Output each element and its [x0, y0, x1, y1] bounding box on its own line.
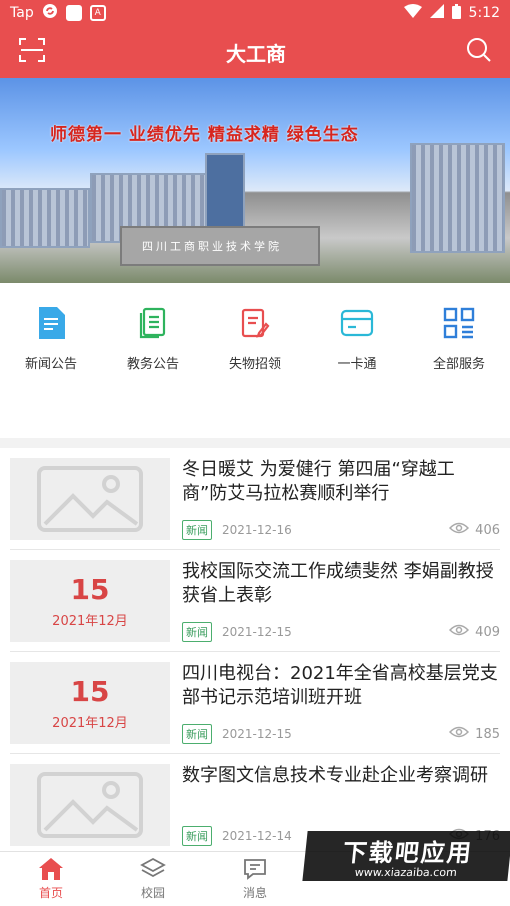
date-thumbnail: 15 2021年12月	[10, 662, 170, 744]
building-left	[0, 188, 90, 248]
menu-card-label: 一卡通	[337, 357, 377, 372]
section-divider	[0, 438, 510, 448]
message-icon	[243, 857, 267, 881]
app-bar: 大工商	[0, 26, 510, 78]
quick-menu: 新闻公告 教务公告 失物招领 一卡通 全部服务	[0, 283, 510, 438]
status-left: Tap A	[10, 3, 106, 23]
news-tag: 新闻	[182, 520, 212, 540]
news-list: 冬日暖艾 为爱健行 第四届“穿越工商”防艾马拉松赛顺利举行 新闻 2021-12…	[0, 448, 510, 856]
menu-academic-label: 教务公告	[126, 357, 179, 372]
menu-news-label: 新闻公告	[24, 357, 77, 372]
campus-banner[interactable]: 师德第一 业绩优先 精益求精 绿色生态 四川工商职业技术学院	[0, 78, 510, 283]
news-tag: 新闻	[182, 826, 212, 846]
status-bar: Tap A 5:12	[0, 0, 510, 26]
image-placeholder-icon	[10, 458, 170, 540]
academic-notice-icon	[135, 305, 171, 341]
menu-lost-found[interactable]: 失物招领	[210, 305, 300, 438]
news-date: 2021-12-16	[222, 523, 292, 537]
gate-inscription: 四川工商职业技术学院	[142, 240, 282, 253]
eye-icon	[449, 522, 470, 538]
menu-all-services-label: 全部服务	[432, 357, 485, 372]
search-icon[interactable]	[466, 37, 492, 67]
watermark-line1: 下载吧应用	[341, 839, 475, 867]
tab-messages-label: 消息	[242, 886, 267, 900]
news-tag: 新闻	[182, 622, 212, 642]
news-title: 数字图文信息技术专业赴企业考察调研	[182, 765, 488, 786]
thumb-day: 15	[70, 573, 110, 606]
menu-news[interactable]: 新闻公告	[6, 305, 96, 438]
tab-home-label: 首页	[38, 886, 63, 900]
news-date: 2021-12-14	[222, 829, 292, 843]
sync-icon	[42, 3, 58, 23]
tab-campus-label: 校园	[140, 886, 165, 900]
tap-label: Tap	[10, 5, 34, 21]
a-badge-label: A	[94, 8, 101, 18]
image-placeholder-icon	[10, 764, 170, 846]
watermark-logo: 下载吧应用 www.xiazaiba.com	[302, 831, 510, 881]
wifi-icon	[403, 4, 422, 22]
eye-icon	[449, 726, 470, 742]
news-title: 四川电视台：2021年全省高校基层党支部书记示范培训班开班	[182, 663, 498, 708]
news-date: 2021-12-15	[222, 625, 292, 639]
news-tag: 新闻	[182, 724, 212, 744]
notification-square-icon	[65, 5, 82, 21]
battery-icon	[451, 3, 461, 23]
menu-all-services[interactable]: 全部服务	[414, 305, 504, 438]
menu-lost-found-label: 失物招领	[228, 357, 281, 372]
news-title: 我校国际交流工作成绩斐然 李娟副教授获省上表彰	[182, 561, 494, 606]
view-count: 409	[475, 624, 500, 640]
tab-home[interactable]: 首页	[0, 852, 102, 906]
list-item[interactable]: 15 2021年12月 四川电视台：2021年全省高校基层党支部书记示范培训班开…	[0, 652, 510, 754]
thumb-month: 2021年12月	[52, 716, 128, 731]
tab-campus[interactable]: 校园	[102, 852, 204, 906]
view-count: 406	[475, 522, 500, 538]
news-date: 2021-12-15	[222, 727, 292, 741]
thumb-day: 15	[70, 675, 110, 708]
layers-icon	[140, 857, 166, 881]
signal-icon	[429, 4, 444, 22]
watermark-line2: www.xiazaiba.com	[354, 866, 458, 879]
home-icon	[38, 857, 64, 881]
app-title: 大工商	[226, 41, 286, 66]
menu-campus-card[interactable]: 一卡通	[312, 305, 402, 438]
card-icon	[339, 305, 375, 341]
thumb-month: 2021年12月	[52, 614, 128, 629]
menu-academic-notice[interactable]: 教务公告	[108, 305, 198, 438]
view-count: 185	[475, 726, 500, 742]
clock: 5:12	[468, 5, 500, 21]
list-item[interactable]: 冬日暖艾 为爱健行 第四届“穿越工商”防艾马拉松赛顺利举行 新闻 2021-12…	[0, 448, 510, 550]
eye-icon	[449, 624, 470, 640]
status-right: 5:12	[403, 3, 500, 23]
campus-gate-wall: 四川工商职业技术学院	[120, 226, 320, 266]
list-item[interactable]: 15 2021年12月 我校国际交流工作成绩斐然 李娟副教授获省上表彰 新闻 2…	[0, 550, 510, 652]
building-right	[410, 143, 505, 253]
date-thumbnail: 15 2021年12月	[10, 560, 170, 642]
lost-found-icon	[237, 305, 273, 341]
banner-slogan: 师德第一 业绩优先 精益求精 绿色生态	[50, 125, 359, 145]
news-icon	[33, 305, 69, 341]
a-badge-icon: A	[89, 5, 106, 21]
news-title: 冬日暖艾 为爱健行 第四届“穿越工商”防艾马拉松赛顺利举行	[182, 459, 455, 504]
scan-icon[interactable]	[18, 36, 46, 68]
tab-messages[interactable]: 消息	[204, 852, 306, 906]
all-services-icon	[441, 305, 477, 341]
